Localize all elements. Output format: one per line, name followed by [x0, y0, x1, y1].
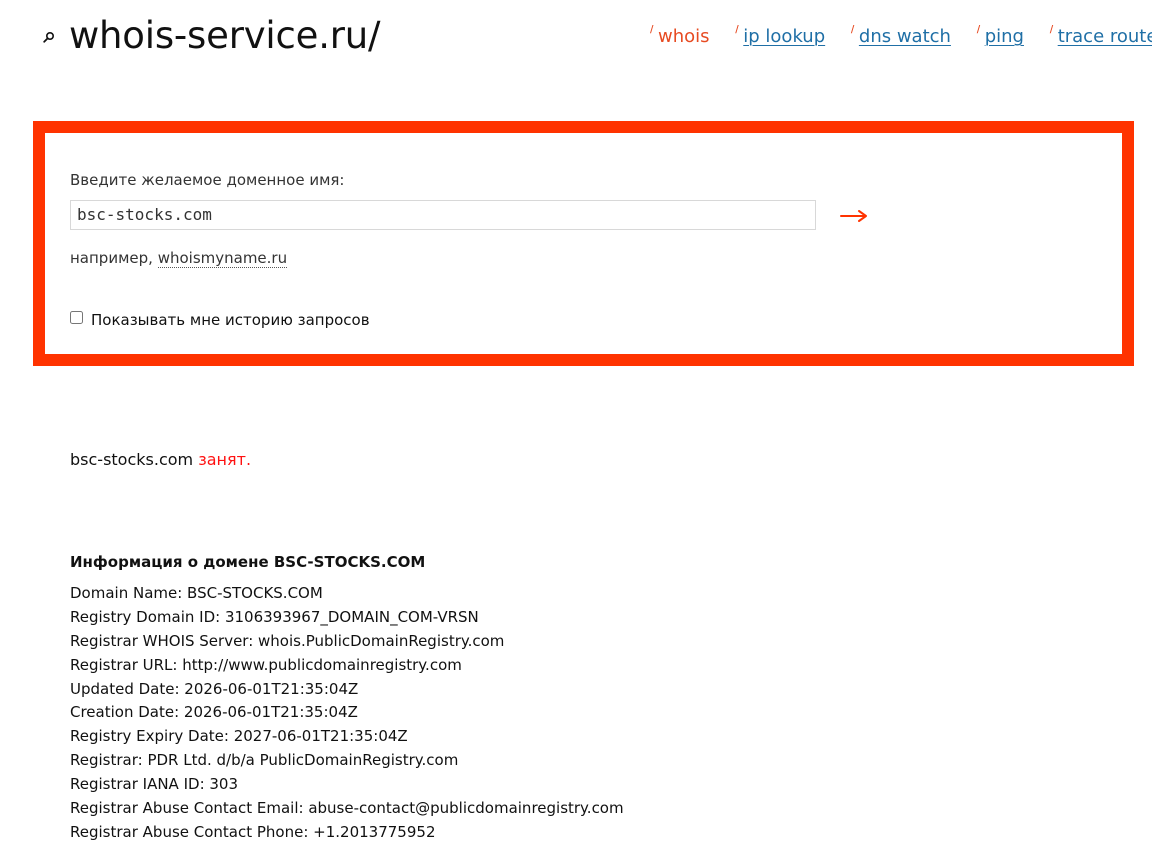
nav-item-ip-lookup[interactable]: / ip lookup — [735, 25, 825, 49]
top-navigation: / whois / ip lookup / dns watch / ping /… — [650, 25, 1152, 51]
example-prefix: например, — [70, 249, 153, 267]
site-header: whois-service.ru/ / whois / ip lookup / … — [0, 0, 1152, 80]
nav-slash: / — [976, 25, 981, 35]
nav-link-dns-watch[interactable]: dns watch — [859, 26, 951, 47]
nav-slash: / — [650, 25, 655, 35]
history-checkbox-label[interactable]: Показывать мне историю запросов — [91, 308, 370, 332]
nav-slash: / — [850, 25, 855, 35]
whois-line-updated-date: Updated Date: 2026-06-01T21:35:04Z — [70, 679, 359, 698]
whois-line-registry-domain-id: Registry Domain ID: 3106393967_DOMAIN_CO… — [70, 607, 479, 626]
whois-line-registrar-url: Registrar URL: http://www.publicdomainre… — [70, 655, 462, 674]
nav-link-trace-route[interactable]: trace route — [1058, 26, 1152, 47]
whois-line-abuse-email: Registrar Abuse Contact Email: abuse-con… — [70, 799, 624, 818]
small-magnifier-icon — [43, 31, 55, 43]
whois-line-registrar-whois-server: Registrar WHOIS Server: whois.PublicDoma… — [70, 631, 505, 650]
nav-item-ping[interactable]: / ping — [977, 25, 1024, 49]
whois-line-abuse-phone: Registrar Abuse Contact Phone: +1.201377… — [70, 822, 436, 841]
whois-line-creation-date: Creation Date: 2026-06-01T21:35:04Z — [70, 703, 358, 722]
history-checkbox[interactable] — [70, 311, 83, 324]
whois-line-domain-name: Domain Name: BSC-STOCKS.COM — [70, 584, 323, 602]
domain-info-title: Информация о домене BSC-STOCKS.COM — [70, 553, 426, 572]
domain-search-panel: Введите желаемое доменное имя: например,… — [33, 121, 1134, 366]
example-domain-line: например, whoismyname.ru — [70, 247, 288, 269]
domain-input-label: Введите желаемое доменное имя: — [70, 171, 345, 189]
right-arrow-icon — [840, 210, 867, 222]
domain-search-input[interactable] — [70, 200, 816, 230]
nav-link-whois[interactable]: whois — [658, 26, 710, 47]
domain-status-line: bsc-stocks.com занят. — [70, 448, 251, 472]
whois-record: Domain Name: BSC-STOCKS.COM Registry Dom… — [70, 582, 1130, 847]
nav-item-trace-route[interactable]: / trace route — [1050, 25, 1152, 49]
nav-item-whois[interactable]: / whois — [650, 25, 710, 49]
checked-domain-name: bsc-stocks.com — [70, 450, 194, 469]
whois-line-registrar-iana-id: Registrar IANA ID: 303 — [70, 775, 239, 794]
domain-taken-status: занят. — [198, 450, 252, 469]
site-logo[interactable]: whois-service.ru/ — [69, 14, 380, 58]
nav-link-ping[interactable]: ping — [985, 26, 1024, 47]
whois-line-registry-expiry-date: Registry Expiry Date: 2027-06-01T21:35:0… — [70, 727, 408, 746]
whois-page: whois-service.ru/ / whois / ip lookup / … — [0, 0, 1152, 847]
whois-line-registrar: Registrar: PDR Ltd. d/b/a PublicDomainRe… — [70, 751, 459, 770]
nav-slash: / — [1049, 25, 1054, 35]
nav-link-ip-lookup[interactable]: ip lookup — [743, 26, 825, 47]
nav-item-dns-watch[interactable]: / dns watch — [851, 25, 951, 49]
nav-slash: / — [735, 25, 740, 35]
example-domain-link[interactable]: whoismyname.ru — [157, 249, 288, 268]
submit-domain-button[interactable] — [835, 199, 877, 231]
